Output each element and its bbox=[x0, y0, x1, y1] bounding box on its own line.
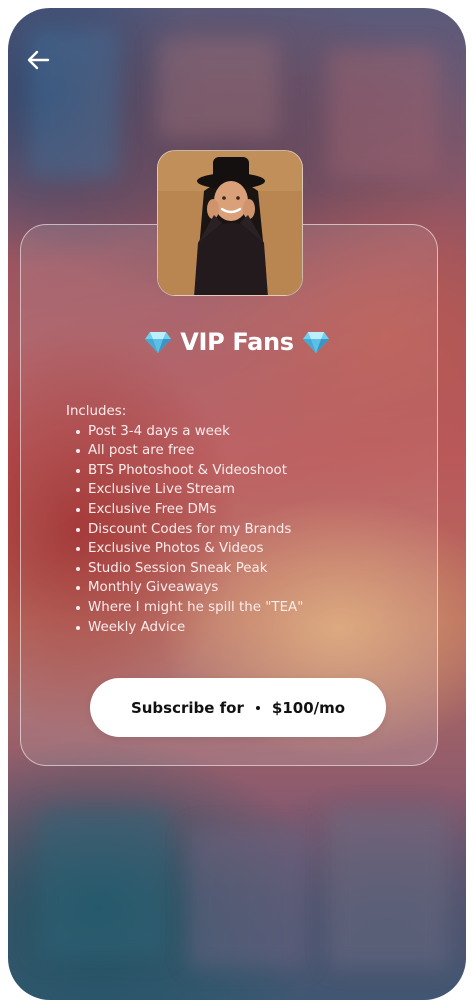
perk-item: Post 3-4 days a week bbox=[66, 422, 303, 442]
subscribe-price: $100/mo bbox=[271, 698, 346, 717]
perk-item: Discount Codes for my Brands bbox=[66, 520, 303, 540]
perk-item: Weekly Advice bbox=[66, 618, 303, 638]
separator-dot bbox=[255, 705, 260, 710]
background-blur bbox=[188, 828, 308, 968]
perk-item: All post are free bbox=[66, 441, 303, 461]
perk-item: Studio Session Sneak Peak bbox=[66, 559, 303, 579]
background-blur bbox=[38, 808, 168, 958]
perk-item: Exclusive Live Stream bbox=[66, 480, 303, 500]
perk-item: BTS Photoshoot & Videoshoot bbox=[66, 461, 303, 481]
subscribe-button[interactable]: Subscribe for $100/mo bbox=[90, 678, 386, 737]
background-blur bbox=[328, 48, 438, 178]
background-blur bbox=[158, 38, 278, 138]
background-blur bbox=[328, 808, 448, 968]
subscribe-label: Subscribe for bbox=[130, 698, 244, 717]
back-button[interactable] bbox=[22, 44, 54, 76]
includes-label: Includes: bbox=[66, 404, 127, 419]
tier-title: VIP Fans bbox=[180, 328, 294, 356]
perks-list: Post 3-4 days a week All post are free B… bbox=[66, 422, 303, 638]
perk-item: Exclusive Free DMs bbox=[66, 500, 303, 520]
diamond-icon bbox=[145, 332, 172, 353]
perk-item: Monthly Giveaways bbox=[66, 578, 303, 598]
perks-section: Includes: Post 3-4 days a week All post … bbox=[66, 402, 303, 637]
tier-title-row: VIP Fans bbox=[8, 328, 466, 356]
creator-photo bbox=[158, 151, 302, 295]
creator-avatar bbox=[157, 150, 303, 296]
diamond-icon bbox=[302, 332, 329, 353]
perk-item: Exclusive Photos & Videos bbox=[66, 539, 303, 559]
perk-item: Where I might he spill the "TEA" bbox=[66, 598, 303, 618]
arrow-left-icon bbox=[27, 50, 50, 70]
